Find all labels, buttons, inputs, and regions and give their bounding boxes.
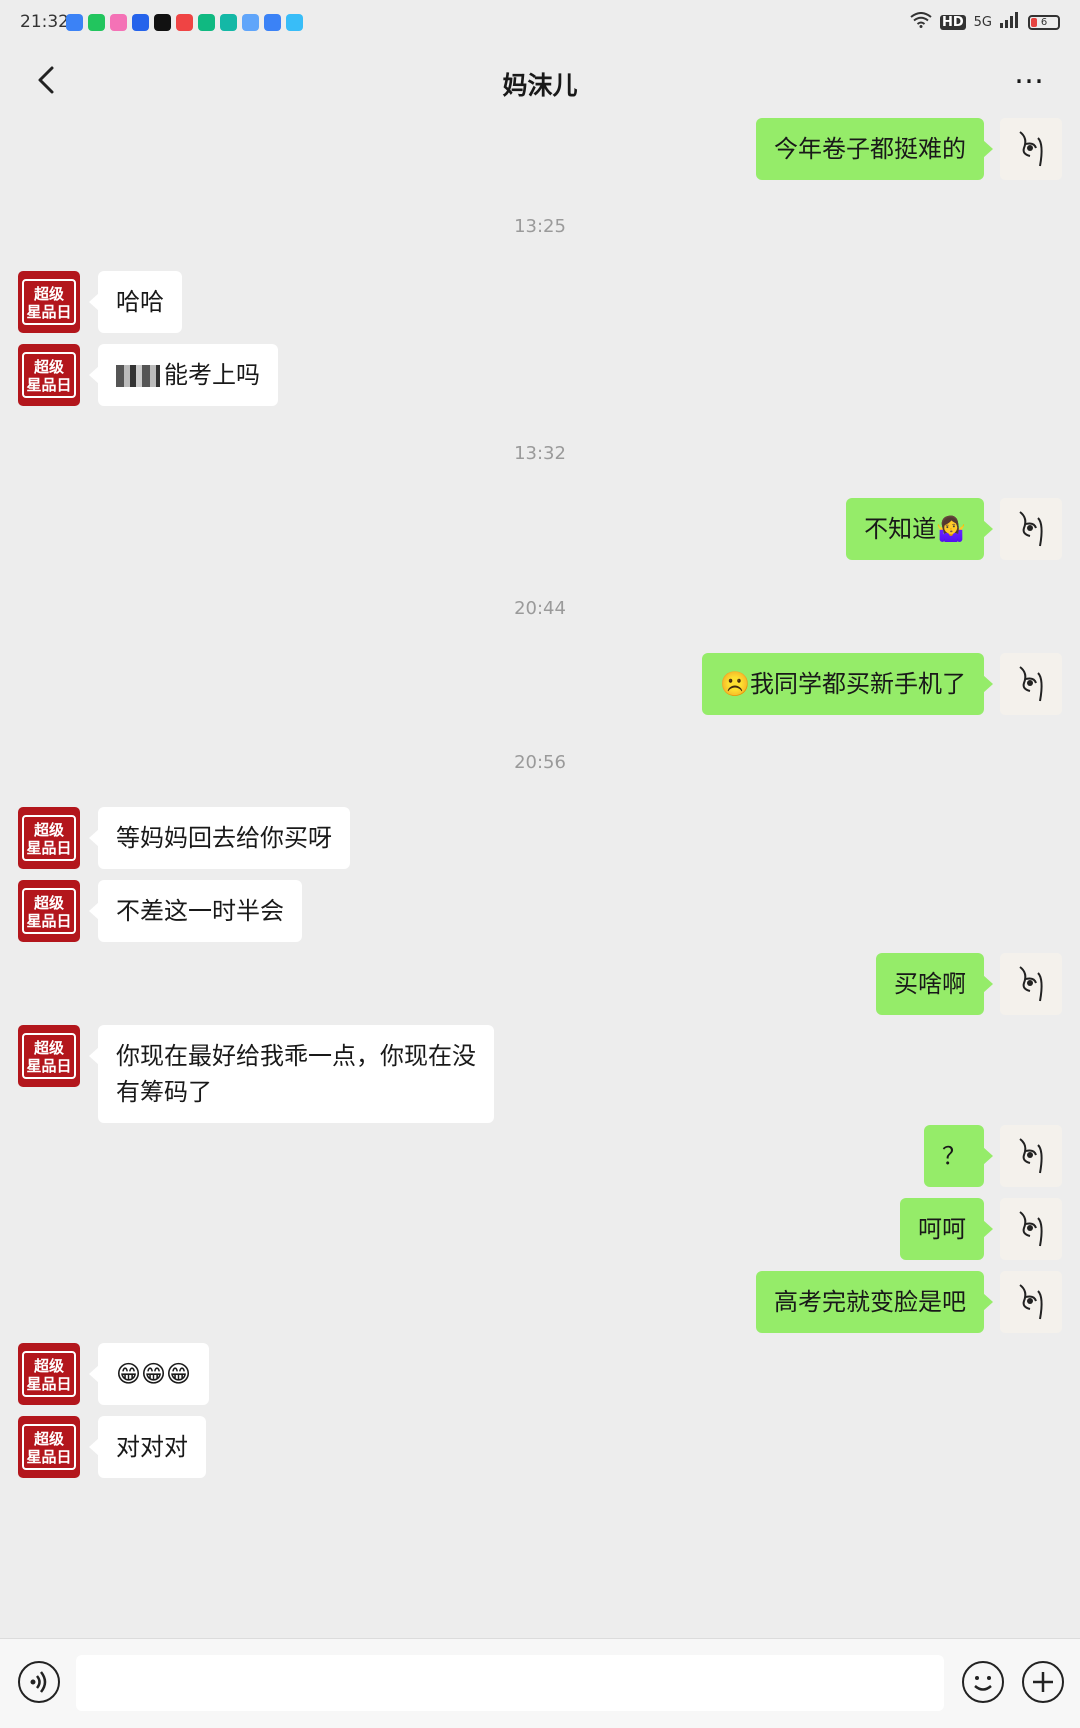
voice-button[interactable]	[18, 1661, 60, 1703]
plus-button[interactable]	[1022, 1661, 1064, 1703]
message-bubble[interactable]: 不知道🤷‍♀️	[846, 498, 993, 560]
message-bubble[interactable]: 😁😁😁	[88, 1343, 210, 1405]
contact-avatar[interactable]: 超级 星品日	[18, 807, 80, 869]
contact-avatar[interactable]: 超级 星品日	[18, 1025, 80, 1087]
notification-app-icon	[132, 14, 149, 31]
message-bubble[interactable]: 你现在最好给我乖一点，你现在没 有筹码了	[89, 1025, 494, 1123]
message-list[interactable]: 今年卷子都挺难的 13:25 超级 星品日 哈哈 超级 星品日 能考上吗 13:32 不知道🤷…	[0, 118, 1080, 1638]
sketch-avatar-icon	[1019, 966, 1043, 1002]
sketch-avatar-icon	[1019, 131, 1043, 167]
sketch-avatar-icon	[1019, 1284, 1043, 1320]
avatar-logo: 超级 星品日	[22, 279, 76, 325]
message-text: 买啥啊	[894, 970, 966, 998]
message-bubble[interactable]: 买啥啊	[876, 953, 993, 1015]
message-text: 不知道🤷‍♀️	[864, 515, 966, 543]
avatar-logo: 超级 星品日	[22, 1424, 76, 1470]
contact-avatar[interactable]: 超级 星品日	[18, 344, 80, 406]
status-indicators: HD 5G 6	[910, 12, 1060, 32]
notification-app-icon	[176, 14, 193, 31]
status-time: 21:32	[20, 12, 69, 32]
message-text: 等妈妈回去给你买呀	[116, 824, 332, 852]
my-avatar[interactable]	[1000, 953, 1062, 1015]
avatar-logo: 超级 星品日	[22, 352, 76, 398]
message-text: 今年卷子都挺难的	[774, 135, 966, 163]
notification-app-icon	[264, 14, 281, 31]
sketch-avatar-icon	[1019, 666, 1043, 702]
signal-icon	[1000, 12, 1020, 32]
message-bubble[interactable]: 呵呵	[900, 1198, 993, 1260]
voice-icon	[30, 1671, 47, 1693]
chat-header: 妈沫儿 …	[0, 46, 1080, 118]
message-text: 对对对	[116, 1433, 188, 1461]
contact-avatar[interactable]: 超级 星品日	[18, 880, 80, 942]
message-text: 哈哈	[116, 288, 164, 316]
my-avatar[interactable]	[1000, 1198, 1062, 1260]
notification-app-icon	[220, 14, 237, 31]
timestamp: 20:44	[514, 598, 566, 619]
battery-level: 6	[1040, 16, 1048, 28]
battery-icon: 6	[1028, 14, 1060, 30]
message-bubble[interactable]: 能考上吗	[89, 344, 278, 406]
message-bubble[interactable]: ？	[924, 1125, 993, 1187]
chat-title: 妈沫儿	[502, 71, 578, 100]
message-bubble[interactable]: 等妈妈回去给你买呀	[89, 807, 350, 869]
message-text: ？	[942, 1142, 966, 1170]
avatar-logo: 超级 星品日	[22, 888, 76, 934]
sketch-avatar-icon	[1019, 1138, 1043, 1174]
message-text: 你现在最好给我乖一点，你现在没 有筹码了	[116, 1042, 476, 1106]
my-avatar[interactable]	[1000, 1125, 1062, 1187]
message-bubble[interactable]: 不差这一时半会	[89, 880, 302, 942]
notification-icons	[66, 14, 303, 31]
notification-app-icon	[198, 14, 215, 31]
notification-app-icon	[286, 14, 303, 31]
avatar-logo: 超级 星品日	[22, 815, 76, 861]
more-options-button[interactable]: …	[1010, 59, 1050, 94]
notification-app-icon	[242, 14, 259, 31]
message-text: 高考完就变脸是吧	[774, 1288, 966, 1316]
input-bar	[0, 1638, 1080, 1728]
network-label: 5G	[973, 14, 992, 30]
sketch-avatar-icon	[1019, 511, 1043, 547]
message-bubble[interactable]: 今年卷子都挺难的	[756, 118, 993, 180]
contact-avatar[interactable]: 超级 星品日	[18, 271, 80, 333]
my-avatar[interactable]	[1000, 653, 1062, 715]
plus-icon	[1033, 1672, 1053, 1692]
status-bar: 21:32 HD 5G 6	[0, 0, 1080, 46]
message-bubble[interactable]: 高考完就变脸是吧	[756, 1271, 993, 1333]
message-text: ☹️我同学都买新手机了	[720, 670, 966, 698]
timestamp: 13:25	[514, 216, 566, 237]
notification-app-icon	[88, 14, 105, 31]
contact-avatar[interactable]: 超级 星品日	[18, 1416, 80, 1478]
wifi-icon	[910, 12, 932, 32]
notification-app-icon	[66, 14, 83, 31]
avatar-logo: 超级 星品日	[22, 1351, 76, 1397]
sketch-avatar-icon	[1019, 1211, 1043, 1247]
message-input[interactable]	[76, 1655, 944, 1711]
message-text: 呵呵	[918, 1215, 966, 1243]
my-avatar[interactable]	[1000, 1271, 1062, 1333]
emoji-icon	[974, 1676, 992, 1691]
message-text: 能考上吗	[164, 361, 260, 389]
message-bubble[interactable]: 对对对	[89, 1416, 206, 1478]
notification-app-icon	[110, 14, 127, 31]
my-avatar[interactable]	[1000, 498, 1062, 560]
message-text: 😁😁😁	[116, 1360, 192, 1388]
message-bubble[interactable]: ☹️我同学都买新手机了	[702, 653, 993, 715]
timestamp: 13:32	[514, 443, 566, 464]
contact-avatar[interactable]: 超级 星品日	[18, 1343, 80, 1405]
message-bubble[interactable]: 哈哈	[89, 271, 182, 333]
redacted-text	[116, 365, 160, 387]
my-avatar[interactable]	[1000, 118, 1062, 180]
emoji-button[interactable]	[962, 1661, 1004, 1703]
hd-badge: HD	[939, 14, 966, 30]
message-text: 不差这一时半会	[116, 897, 284, 925]
timestamp: 20:56	[514, 752, 566, 773]
avatar-logo: 超级 星品日	[22, 1033, 76, 1079]
notification-app-icon	[154, 14, 171, 31]
